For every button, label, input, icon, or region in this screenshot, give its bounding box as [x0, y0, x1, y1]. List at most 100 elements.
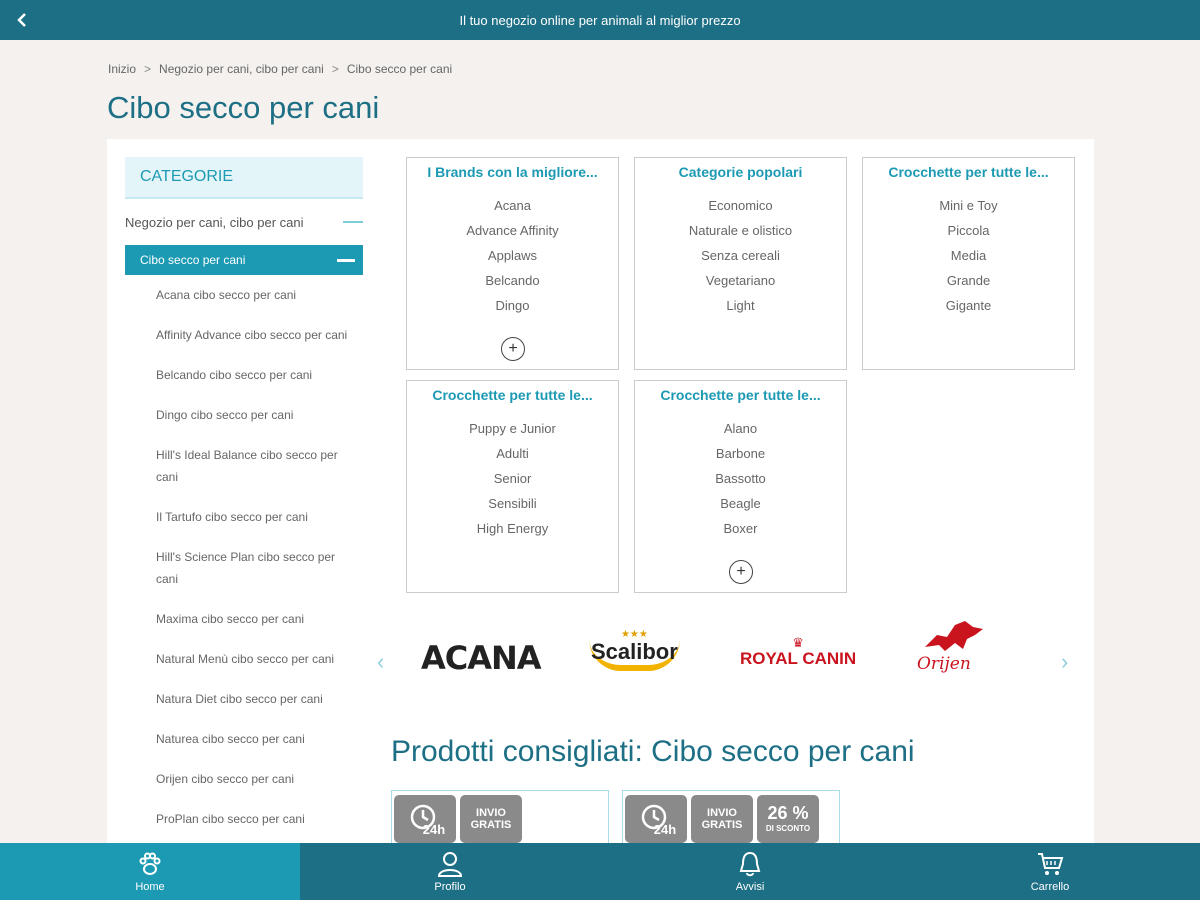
brand-carousel: ‹ ACANA ★★★ Scalibor ♛ ROYAL CANIN Orije…: [377, 619, 1077, 709]
breadcrumb: Inizio > Negozio per cani, cibo per cani…: [108, 62, 452, 76]
filter-item[interactable]: Economico: [635, 193, 846, 218]
back-button[interactable]: [10, 8, 34, 32]
breadcrumb-separator: >: [331, 62, 339, 76]
tab-alerts[interactable]: Avvisi: [600, 843, 900, 900]
categories-header: CATEGORIE: [125, 157, 363, 199]
wolf-icon: [925, 621, 983, 651]
filter-box-title[interactable]: Crocchette per tutte le...: [407, 387, 618, 403]
filter-box-breed: Crocchette per tutte le... Alano Barbone…: [634, 380, 847, 593]
category-active[interactable]: Cibo secco per cani: [125, 245, 363, 275]
filter-item[interactable]: Advance Affinity: [407, 218, 618, 243]
filter-item[interactable]: Barbone: [635, 441, 846, 466]
page-title: Cibo secco per cani: [107, 90, 380, 125]
chevron-left-icon: [17, 13, 26, 27]
brand-logo-scalibor[interactable]: ★★★ Scalibor: [589, 629, 680, 671]
subcategory-item[interactable]: Orijen cibo secco per cani: [125, 759, 363, 799]
filter-box-title[interactable]: I Brands con la migliore...: [407, 164, 618, 180]
filter-item[interactable]: Dingo: [407, 293, 618, 318]
subcategory-item[interactable]: Naturea cibo secco per cani: [125, 719, 363, 759]
subcategory-item[interactable]: Acana cibo secco per cani: [125, 275, 363, 315]
brand-logo-royal-canin[interactable]: ♛ ROYAL CANIN: [740, 635, 856, 669]
filter-item[interactable]: Adulti: [407, 441, 618, 466]
delivery-24h-badge: 24h: [625, 795, 687, 843]
top-bar: Il tuo negozio online per animali al mig…: [0, 0, 1200, 40]
free-shipping-badge: INVIO GRATIS: [691, 795, 753, 843]
delivery-24h-badge: 24h: [394, 795, 456, 843]
subcategory-item[interactable]: Hill's Ideal Balance cibo secco per cani: [125, 435, 363, 497]
filter-box-age: Crocchette per tutte le... Puppy e Junio…: [406, 380, 619, 593]
category-sidebar: CATEGORIE Negozio per cani, cibo per can…: [125, 157, 363, 839]
subcategory-item[interactable]: Maxima cibo secco per cani: [125, 599, 363, 639]
category-active-label: Cibo secco per cani: [140, 253, 246, 267]
tab-home[interactable]: Home: [0, 843, 300, 900]
tab-label: Profilo: [434, 881, 466, 893]
brand-logo-acana[interactable]: ACANA: [421, 639, 542, 677]
filter-box-size: Crocchette per tutte le... Mini e Toy Pi…: [862, 157, 1075, 370]
subcategory-item[interactable]: Hill's Science Plan cibo secco per cani: [125, 537, 363, 599]
category-parent-label: Negozio per cani, cibo per cani: [125, 214, 304, 230]
filter-item[interactable]: Puppy e Junior: [407, 416, 618, 441]
free-shipping-badge: INVIO GRATIS: [460, 795, 522, 843]
chevron-left-icon[interactable]: ‹: [377, 649, 384, 675]
filter-item[interactable]: Belcando: [407, 268, 618, 293]
filter-item[interactable]: Senior: [407, 466, 618, 491]
filter-item[interactable]: Senza cereali: [635, 243, 846, 268]
breadcrumb-separator: >: [144, 62, 152, 76]
collapse-icon[interactable]: [337, 258, 355, 262]
filter-item[interactable]: Beagle: [635, 491, 846, 516]
discount-badge: 26 % DI SCONTO: [757, 795, 819, 843]
filter-box-brands: I Brands con la migliore... Acana Advanc…: [406, 157, 619, 370]
subcategory-item[interactable]: ProPlan cibo secco per cani: [125, 799, 363, 839]
filter-item[interactable]: Applaws: [407, 243, 618, 268]
subcategory-item[interactable]: Il Tartufo cibo secco per cani: [125, 497, 363, 537]
bottom-navigation: Home Profilo Avvisi Carrello: [0, 843, 1200, 900]
tab-profile[interactable]: Profilo: [300, 843, 600, 900]
filter-item[interactable]: Mini e Toy: [863, 193, 1074, 218]
filter-item[interactable]: Sensibili: [407, 491, 618, 516]
filter-item[interactable]: Gigante: [863, 293, 1074, 318]
tab-cart[interactable]: Carrello: [900, 843, 1200, 900]
subcategory-item[interactable]: Natural Menù cibo secco per cani: [125, 639, 363, 679]
tab-label: Carrello: [1030, 881, 1070, 893]
filter-item[interactable]: Grande: [863, 268, 1074, 293]
paw-icon: [139, 852, 161, 875]
content-panel: CATEGORIE Negozio per cani, cibo per can…: [107, 139, 1094, 860]
crown-icon: ♛: [792, 635, 804, 650]
filter-item[interactable]: High Energy: [407, 516, 618, 541]
top-bar-message: Il tuo negozio online per animali al mig…: [459, 12, 741, 28]
stars-icon: ★★★: [620, 629, 648, 640]
filter-box-title[interactable]: Crocchette per tutte le...: [863, 164, 1074, 180]
subcategory-item[interactable]: Dingo cibo secco per cani: [125, 395, 363, 435]
subcategory-item[interactable]: Natura Diet cibo secco per cani: [125, 679, 363, 719]
filter-item[interactable]: Light: [635, 293, 846, 318]
tab-label: Avvisi: [735, 881, 765, 893]
plus-circle-icon[interactable]: +: [501, 337, 525, 361]
filter-item[interactable]: Naturale e olistico: [635, 218, 846, 243]
filter-item[interactable]: Acana: [407, 193, 618, 218]
cart-icon: [1038, 853, 1064, 875]
chevron-right-icon[interactable]: ›: [1061, 649, 1068, 675]
breadcrumb-home[interactable]: Inizio: [108, 62, 136, 76]
tab-label: Home: [135, 881, 165, 893]
breadcrumb-dog-shop[interactable]: Negozio per cani, cibo per cani: [159, 62, 324, 76]
brand-logo-orijen[interactable]: Orijen: [917, 617, 987, 674]
filter-item[interactable]: Alano: [635, 416, 846, 441]
filter-box-title[interactable]: Categorie popolari: [635, 164, 846, 180]
filter-item[interactable]: Media: [863, 243, 1074, 268]
subcategory-list: Acana cibo secco per cani Affinity Advan…: [125, 275, 363, 839]
filter-item[interactable]: Bassotto: [635, 466, 846, 491]
filter-item[interactable]: Boxer: [635, 516, 846, 541]
breadcrumb-current: Cibo secco per cani: [346, 62, 453, 76]
subcategory-item[interactable]: Affinity Advance cibo secco per cani: [125, 315, 363, 355]
category-parent[interactable]: Negozio per cani, cibo per cani: [125, 199, 363, 245]
recommended-title: Prodotti consigliati: Cibo secco per can…: [391, 735, 915, 768]
bell-icon: [739, 851, 761, 877]
filter-item[interactable]: Piccola: [863, 218, 1074, 243]
filter-box-popular: Categorie popolari Economico Naturale e …: [634, 157, 847, 370]
subcategory-item[interactable]: Belcando cibo secco per cani: [125, 355, 363, 395]
filter-box-title[interactable]: Crocchette per tutte le...: [635, 387, 846, 403]
collapse-icon[interactable]: [343, 221, 363, 223]
filter-item[interactable]: Vegetariano: [635, 268, 846, 293]
plus-circle-icon[interactable]: +: [729, 560, 753, 584]
user-icon: [437, 852, 463, 877]
